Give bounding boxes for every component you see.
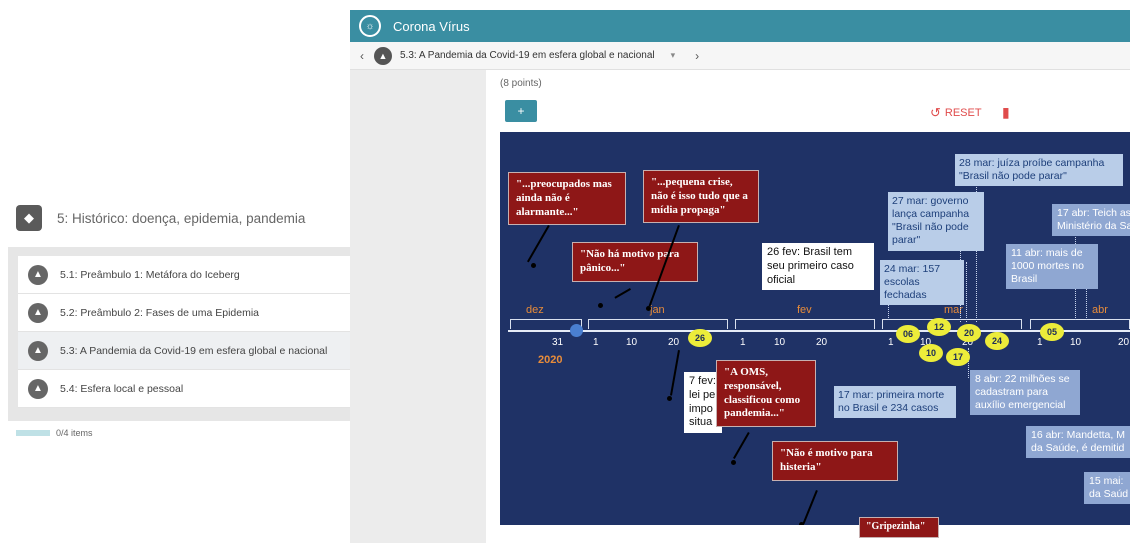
pointer-pin <box>731 460 736 465</box>
pointer-line <box>733 432 750 459</box>
chevron-right-icon[interactable]: › <box>685 49 709 63</box>
pointer-line <box>527 225 550 263</box>
tick-label: 10 <box>1070 337 1082 348</box>
points-label: (8 points) <box>500 78 542 89</box>
date-dot[interactable]: 26 <box>688 329 712 347</box>
lesson-list: ▲ 5.1: Preâmbulo 1: Metáfora do Iceberg … <box>8 247 350 421</box>
progress-text: 0/4 items <box>56 428 93 438</box>
tick-label: 20 <box>816 337 828 348</box>
month-bracket <box>588 319 728 329</box>
tick-label: 10 <box>774 337 786 348</box>
lesson-label: 5.4: Esfera local e pessoal <box>60 382 184 395</box>
date-dot[interactable]: 12 <box>927 318 951 336</box>
quote-card[interactable]: "Gripezinha" <box>859 517 939 538</box>
section-header[interactable]: ◆ 5: Histórico: doença, epidemia, pandem… <box>16 198 350 238</box>
timeline-axis <box>508 330 1130 332</box>
tick-label: 10 <box>626 337 638 348</box>
month-label: jan <box>650 304 665 316</box>
graduation-cap-icon: ▲ <box>28 378 48 399</box>
lesson-item-5-2[interactable]: ▲ 5.2: Preâmbulo 2: Fases de uma Epidemi… <box>18 294 350 332</box>
current-marker[interactable] <box>570 324 583 337</box>
date-dot[interactable]: 17 <box>946 348 970 366</box>
event-label[interactable]: 17 abr: Teich as Ministério da Sa <box>1052 204 1130 237</box>
tick-label: 1 <box>888 337 894 348</box>
event-label[interactable]: 24 mar: 157 escolas fechadas <box>880 260 964 306</box>
month-bracket <box>735 319 875 329</box>
history-icon: ↺ <box>930 105 941 120</box>
timeline-canvas: dez jan fev mar abr 31 1 10 20 1 10 20 1… <box>500 132 1130 525</box>
event-label[interactable]: 28 mar: juíza proíbe campanha "Brasil nã… <box>955 154 1123 187</box>
pointer-pin <box>667 396 672 401</box>
pointer-pin <box>531 263 536 268</box>
lesson-label: 5.1: Preâmbulo 1: Metáfora do Iceberg <box>60 268 240 281</box>
event-label[interactable]: 11 abr: mais de 1000 mortes no Brasil <box>1006 244 1098 290</box>
timeline-footer: "Gripezinha" <box>500 517 1130 543</box>
month-label: abr <box>1092 304 1108 316</box>
progress-bar <box>16 430 50 436</box>
chevron-left-icon[interactable]: ‹ <box>350 49 374 63</box>
lesson-item-5-3[interactable]: ▲ 5.3: A Pandemia da Covid-19 em esfera … <box>18 332 350 370</box>
lesson-label: 5.3: A Pandemia da Covid-19 em esfera gl… <box>60 344 328 357</box>
pointer-line <box>670 350 680 396</box>
tick-label: 1 <box>1037 337 1043 348</box>
graduation-cap-icon: ▲ <box>374 46 392 65</box>
quote-card[interactable]: "Não há motivo para pânico..." <box>572 242 698 282</box>
quote-card[interactable]: "A OMS, responsável, classificou como pa… <box>716 360 816 427</box>
event-label[interactable]: 15 mai: da Saúd <box>1084 472 1130 505</box>
date-dot[interactable]: 05 <box>1040 323 1064 341</box>
quote-card[interactable]: "...pequena crise, não é isso tudo que a… <box>643 170 759 224</box>
tick-label: 31 <box>552 337 564 348</box>
section-title: 5: Histórico: doença, epidemia, pandemia <box>57 210 306 226</box>
lesson-nav: ‹ ▲ 5.3: A Pandemia da Covid-19 em esfer… <box>350 42 1130 70</box>
lesson-select[interactable]: 5.3: A Pandemia da Covid-19 em esfera gl… <box>400 50 655 61</box>
event-label[interactable]: 27 mar: governo lança campanha "Brasil n… <box>888 192 984 251</box>
add-button[interactable]: + <box>505 100 537 122</box>
month-label: fev <box>797 304 812 316</box>
pointer-line <box>802 490 818 524</box>
tick-label: 1 <box>740 337 746 348</box>
reset-button[interactable]: ↺ RESET <box>930 105 982 121</box>
month-label: dez <box>526 304 544 316</box>
screen: ◆ 5: Histórico: doença, epidemia, pandem… <box>0 0 1130 543</box>
reset-label: RESET <box>944 107 982 119</box>
progress-indicator: 0/4 items <box>16 428 93 438</box>
event-label[interactable]: 17 mar: primeira morte no Brasil e 234 c… <box>834 386 956 419</box>
pointer-pin <box>598 303 603 308</box>
lesson-label: 5.2: Preâmbulo 2: Fases de uma Epidemia <box>60 306 260 319</box>
graduation-cap-icon: ▲ <box>28 302 48 323</box>
app-header: ☼ Corona Vírus <box>350 10 1130 42</box>
app-logo-icon[interactable]: ☼ <box>359 15 381 37</box>
pdf-icon[interactable]: ▮ <box>1002 104 1010 121</box>
lesson-item-5-4[interactable]: ▲ 5.4: Esfera local e pessoal <box>18 370 350 408</box>
compass-icon: ◆ <box>16 205 42 231</box>
sidebar-gutter <box>350 70 486 543</box>
pointer-line <box>614 288 631 299</box>
tick-label: 20 <box>1118 337 1130 348</box>
event-label[interactable]: 16 abr: Mandetta, M da Saúde, é demitid <box>1026 426 1130 459</box>
quote-card[interactable]: "Não é motivo para histeria" <box>772 441 898 481</box>
event-label[interactable]: 8 abr: 22 milhões se cadastram para auxí… <box>970 370 1080 416</box>
date-dot[interactable]: 06 <box>896 325 920 343</box>
tick-label: 20 <box>668 337 680 348</box>
event-label[interactable]: 26 fev: Brasil tem seu primeiro caso ofi… <box>762 243 874 291</box>
date-dot[interactable]: 20 <box>957 324 981 342</box>
guide-line <box>966 262 967 322</box>
chevron-down-icon[interactable]: ▾ <box>671 50 676 61</box>
graduation-cap-icon: ▲ <box>28 264 48 285</box>
tick-label: 1 <box>593 337 599 348</box>
year-label: 2020 <box>538 354 563 366</box>
app-title: Corona Vírus <box>393 18 470 34</box>
graduation-cap-icon: ▲ <box>28 340 48 361</box>
quote-card[interactable]: "...preocupados mas ainda não é alarmant… <box>508 172 626 226</box>
date-dot[interactable]: 10 <box>919 344 943 362</box>
pointer-pin <box>646 306 651 311</box>
date-dot[interactable]: 24 <box>985 332 1009 350</box>
lesson-item-5-1[interactable]: ▲ 5.1: Preâmbulo 1: Metáfora do Iceberg <box>18 256 350 294</box>
